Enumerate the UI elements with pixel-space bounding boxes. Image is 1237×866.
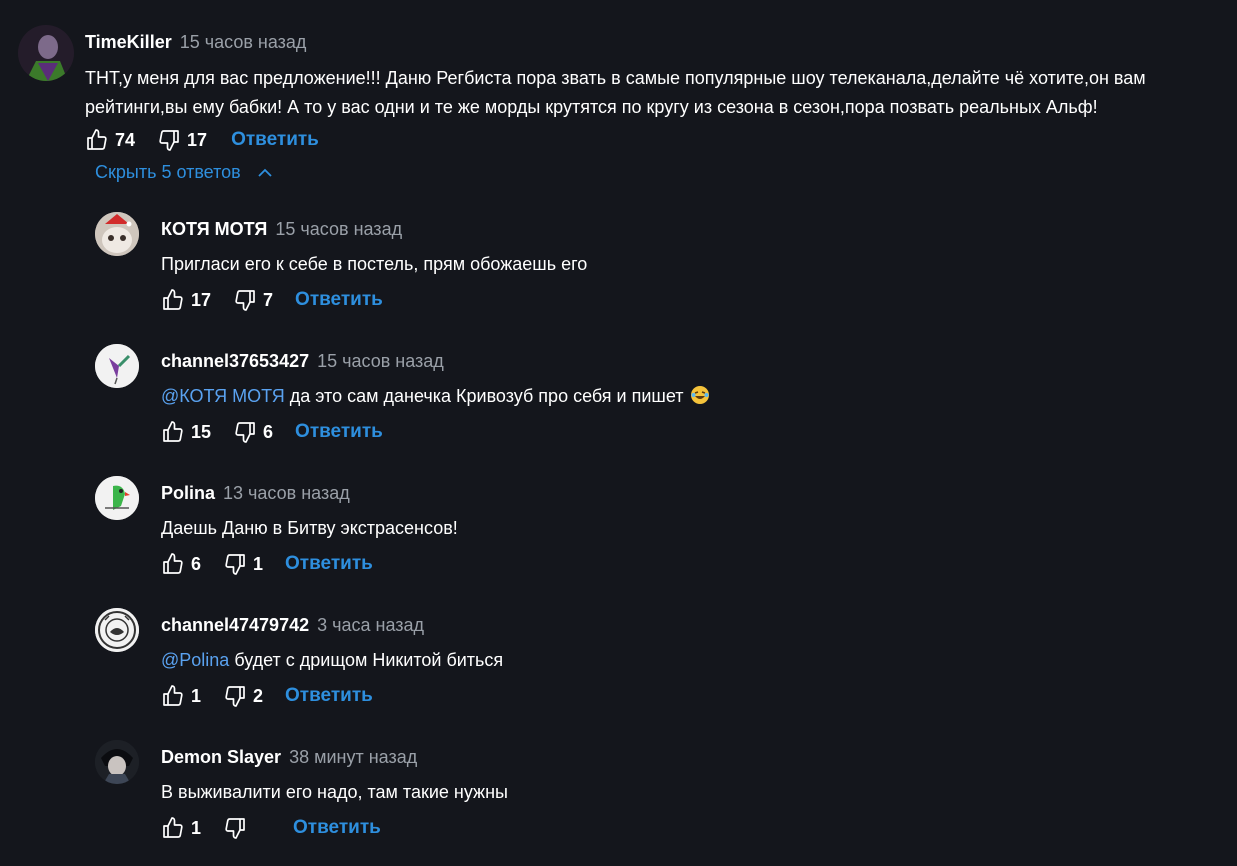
thumbs-down-icon: [225, 686, 245, 707]
like-count: 15: [191, 421, 212, 442]
thumbs-up-icon: [163, 817, 183, 838]
thumbs-up-icon: [163, 289, 183, 310]
comment-time[interactable]: 38 минут назад: [289, 747, 417, 767]
comment-time[interactable]: 15 часов назад: [275, 219, 402, 239]
reply-button[interactable]: Ответить: [231, 129, 319, 151]
chevron-up-icon: [258, 168, 272, 177]
like-button[interactable]: 17: [161, 288, 211, 312]
reply-button[interactable]: Ответить: [295, 289, 383, 311]
comment-text-line: рейтинги,вы ему бабки! А то у вас одни и…: [85, 97, 1098, 117]
comment-text: ТНТ,у меня для вас предложение!!! Даню Р…: [85, 64, 1225, 122]
hide-replies-toggle[interactable]: Скрыть 5 ответов: [95, 162, 273, 183]
dislike-count: 6: [263, 421, 274, 442]
comment-text: @КОТЯ МОТЯ да это сам данечка Кривозуб п…: [161, 382, 710, 414]
dislike-button[interactable]: 1: [223, 552, 263, 576]
thumbs-down-icon: [225, 818, 245, 839]
mention-link[interactable]: @Polina: [161, 650, 229, 670]
like-button[interactable]: 1: [161, 816, 201, 840]
avatar[interactable]: [95, 344, 139, 388]
comment-author[interactable]: Polina: [161, 483, 215, 503]
reply-button[interactable]: Ответить: [285, 553, 373, 575]
avatar-image: [18, 25, 74, 81]
comment-author[interactable]: channel37653427: [161, 351, 309, 371]
reply-button[interactable]: Ответить: [293, 817, 381, 839]
dislike-count: 7: [263, 289, 274, 310]
dislike-button[interactable]: 2: [223, 684, 263, 708]
comment-time[interactable]: 13 часов назад: [223, 483, 350, 503]
comment-text: Даешь Даню в Битву экстрасенсов!: [161, 518, 458, 538]
avatar[interactable]: [18, 25, 74, 81]
thumbs-up-icon: [87, 129, 107, 150]
thumbs-down-icon: [235, 422, 255, 443]
like-button[interactable]: 74: [85, 128, 135, 152]
comment-author[interactable]: channel47479742: [161, 615, 309, 635]
avatar[interactable]: [95, 476, 139, 520]
thumbs-up-icon: [163, 685, 183, 706]
avatar[interactable]: [95, 212, 139, 256]
dislike-button[interactable]: [223, 816, 253, 840]
comment-author[interactable]: КОТЯ МОТЯ: [161, 219, 267, 239]
like-count: 74: [115, 129, 136, 150]
thumbs-down-icon: [225, 554, 245, 575]
mention-link[interactable]: @КОТЯ МОТЯ: [161, 386, 285, 406]
like-count: 6: [191, 553, 202, 574]
comment-time[interactable]: 15 часов назад: [180, 32, 307, 52]
avatar-image: [95, 608, 139, 652]
thumbs-up-icon: [163, 553, 183, 574]
avatar-image: [95, 344, 139, 388]
like-count: 17: [191, 289, 212, 310]
avatar-image: [95, 740, 139, 784]
dislike-count: 17: [187, 129, 208, 150]
avatar-image: [95, 476, 139, 520]
thumbs-down-icon: [235, 290, 255, 311]
dislike-count: 2: [253, 685, 264, 706]
thumbs-up-icon: [163, 421, 183, 442]
avatar[interactable]: [95, 740, 139, 784]
comment-author[interactable]: TimeKiller: [85, 32, 172, 52]
dislike-button[interactable]: 6: [233, 420, 273, 444]
laughing-emoji-icon: [690, 385, 710, 414]
like-button[interactable]: 6: [161, 552, 201, 576]
dislike-count: 1: [253, 553, 264, 574]
comment-text-body: будет с дрищом Никитой биться: [229, 650, 504, 670]
like-count: 1: [191, 817, 202, 838]
comment-text: Пригласи его к себе в постель, прям обож…: [161, 254, 588, 274]
dislike-button[interactable]: 7: [233, 288, 273, 312]
hide-replies-label: Скрыть 5 ответов: [95, 162, 241, 182]
avatar-image: [95, 212, 139, 256]
comment-time[interactable]: 15 часов назад: [317, 351, 444, 371]
avatar[interactable]: [95, 608, 139, 652]
comment-text-body: да это сам данечка Кривозуб про себя и п…: [284, 386, 684, 406]
comment-text: @Polina будет с дрищом Никитой биться: [161, 646, 503, 675]
dislike-button[interactable]: 17: [157, 128, 207, 152]
reply-button[interactable]: Ответить: [295, 421, 383, 443]
comment-time[interactable]: 3 часа назад: [317, 615, 424, 635]
like-button[interactable]: 15: [161, 420, 211, 444]
reply-button[interactable]: Ответить: [285, 685, 373, 707]
thumbs-down-icon: [159, 130, 179, 151]
comment-text: В выживалити его надо, там такие нужны: [161, 782, 508, 802]
comment-author[interactable]: Demon Slayer: [161, 747, 281, 767]
comment-text-line: ТНТ,у меня для вас предложение!!! Даню Р…: [85, 68, 1146, 88]
like-button[interactable]: 1: [161, 684, 201, 708]
like-count: 1: [191, 685, 202, 706]
